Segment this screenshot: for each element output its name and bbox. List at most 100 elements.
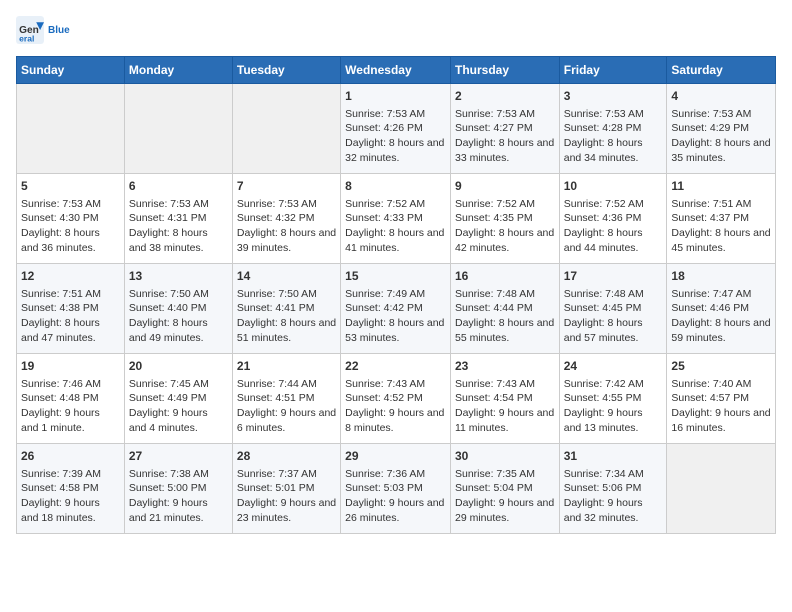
day-number: 1: [345, 88, 446, 105]
sunset-label: Sunset: 4:26 PM: [345, 122, 423, 134]
day-number: 8: [345, 178, 446, 195]
day-cell: 3Sunrise: 7:53 AMSunset: 4:28 PMDaylight…: [559, 84, 667, 174]
sunset-label: Sunset: 4:40 PM: [129, 302, 207, 314]
header-friday: Friday: [559, 57, 667, 84]
week-row-5: 26Sunrise: 7:39 AMSunset: 4:58 PMDayligh…: [17, 444, 776, 534]
day-cell: [124, 84, 232, 174]
day-cell: 17Sunrise: 7:48 AMSunset: 4:45 PMDayligh…: [559, 264, 667, 354]
daylight-label: Daylight: 8 hours and 59 minutes.: [671, 317, 770, 344]
sunrise-label: Sunrise: 7:36 AM: [345, 468, 425, 480]
day-cell: [667, 444, 776, 534]
day-number: 9: [455, 178, 555, 195]
sunset-label: Sunset: 4:57 PM: [671, 392, 749, 404]
day-number: 4: [671, 88, 771, 105]
sunset-label: Sunset: 4:42 PM: [345, 302, 423, 314]
sunset-label: Sunset: 4:30 PM: [21, 212, 99, 224]
day-cell: [232, 84, 340, 174]
week-row-1: 1 Sunrise: 7:53 AM Sunset: 4:26 PM Daylight…: [17, 84, 776, 174]
sunset-label: Sunset: 5:06 PM: [564, 482, 642, 494]
day-cell: 20 Sunrise: 7:45 AM Sunset: 4:49 PM Dayligh…: [124, 354, 232, 444]
day-number: 23: [455, 358, 555, 375]
sunrise-label: Sunrise: 7:48 AM: [455, 288, 535, 300]
day-cell: 28Sunrise: 7:37 AMSunset: 5:01 PMDayligh…: [232, 444, 340, 534]
sunrise-label: Sunrise: 7:46 AM: [21, 378, 101, 390]
day-cell: 23Sunrise: 7:43 AMSunset: 4:54 PMDayligh…: [450, 354, 559, 444]
page-header: Gen eral Blue: [16, 16, 776, 44]
daylight-label: Daylight: 9 hours and 23 minutes.: [237, 497, 336, 524]
sunset-label: Sunset: 5:03 PM: [345, 482, 423, 494]
daylight-label: Daylight: 9 hours and 32 minutes.: [564, 497, 643, 524]
daylight-label: Daylight: 8 hours and 45 minutes.: [671, 227, 770, 254]
day-number: 11: [671, 178, 771, 195]
sunrise-label: Sunrise: 7:53 AM: [671, 108, 751, 120]
sunset-label: Sunset: 4:32 PM: [237, 212, 315, 224]
day-number: 14: [237, 268, 336, 285]
sunset-label: Sunset: 4:35 PM: [455, 212, 533, 224]
sunset-label: Sunset: 4:41 PM: [237, 302, 315, 314]
sunrise-label: Sunrise: 7:49 AM: [345, 288, 425, 300]
daylight-label: Daylight: 8 hours and 36 minutes.: [21, 227, 100, 254]
sunset-label: Sunset: 4:37 PM: [671, 212, 749, 224]
day-cell: 6Sunrise: 7:53 AMSunset: 4:31 PMDaylight…: [124, 174, 232, 264]
daylight-label: Daylight: 8 hours and 47 minutes.: [21, 317, 100, 344]
daylight-label: Daylight: 8 hours and 33 minutes.: [455, 137, 554, 164]
sunset-label: Sunset: 4:51 PM: [237, 392, 315, 404]
day-cell: 27 Sunrise: 7:38 AM Sunset: 5:00 PM Dayligh…: [124, 444, 232, 534]
day-number: 13: [129, 268, 228, 285]
sunrise-label: Sunrise: 7:44 AM: [237, 378, 317, 390]
sunset-label: Sunset: 4:38 PM: [21, 302, 99, 314]
logo-tagline: Blue: [48, 25, 70, 36]
sunrise-label: Sunrise: 7:53 AM: [129, 198, 209, 210]
sunrise-label: Sunrise: 7:53 AM: [455, 108, 535, 120]
daylight-label: Daylight: 8 hours and 38 minutes.: [129, 227, 208, 254]
sunset-label: Sunset: 4:55 PM: [564, 392, 642, 404]
sunset-label: Sunset: 4:36 PM: [564, 212, 642, 224]
day-cell: 7Sunrise: 7:53 AMSunset: 4:32 PMDaylight…: [232, 174, 340, 264]
day-number: 27: [129, 448, 228, 465]
daylight-label: Daylight: 8 hours and 49 minutes.: [129, 317, 208, 344]
day-number: 18: [671, 268, 771, 285]
daylight-label: Daylight: 9 hours and 6 minutes.: [237, 407, 336, 434]
sunrise-label: Sunrise: 7:38 AM: [129, 468, 209, 480]
day-number: 2: [455, 88, 555, 105]
daylight-label: Daylight: 9 hours and 21 minutes.: [129, 497, 208, 524]
day-number: 15: [345, 268, 446, 285]
sunrise-label: Sunrise: 7:45 AM: [129, 378, 209, 390]
sunrise-label: Sunrise: 7:53 AM: [564, 108, 644, 120]
day-number: 12: [21, 268, 120, 285]
sunrise-label: Sunrise: 7:50 AM: [237, 288, 317, 300]
daylight-label: Daylight: 8 hours and 32 minutes.: [345, 137, 444, 164]
sunrise-label: Sunrise: 7:48 AM: [564, 288, 644, 300]
daylight-label: Daylight: 8 hours and 44 minutes.: [564, 227, 643, 254]
header-wednesday: Wednesday: [341, 57, 451, 84]
daylight-label: Daylight: 8 hours and 39 minutes.: [237, 227, 336, 254]
sunrise-label: Sunrise: 7:37 AM: [237, 468, 317, 480]
day-cell: 14Sunrise: 7:50 AMSunset: 4:41 PMDayligh…: [232, 264, 340, 354]
day-number: 30: [455, 448, 555, 465]
day-cell: 15Sunrise: 7:49 AMSunset: 4:42 PMDayligh…: [341, 264, 451, 354]
sunrise-label: Sunrise: 7:50 AM: [129, 288, 209, 300]
svg-text:eral: eral: [19, 34, 34, 44]
day-cell: 10Sunrise: 7:52 AMSunset: 4:36 PMDayligh…: [559, 174, 667, 264]
daylight-label: Daylight: 9 hours and 16 minutes.: [671, 407, 770, 434]
sunset-label: Sunset: 5:00 PM: [129, 482, 207, 494]
header-sunday: Sunday: [17, 57, 125, 84]
day-number: 7: [237, 178, 336, 195]
day-number: 24: [564, 358, 663, 375]
day-number: 20: [129, 358, 228, 375]
logo: Gen eral Blue: [16, 16, 70, 44]
day-number: 17: [564, 268, 663, 285]
sunrise-label: Sunrise: 7:52 AM: [345, 198, 425, 210]
daylight-label: Daylight: 9 hours and 4 minutes.: [129, 407, 208, 434]
day-cell: 22Sunrise: 7:43 AMSunset: 4:52 PMDayligh…: [341, 354, 451, 444]
sunset-label: Sunset: 4:31 PM: [129, 212, 207, 224]
sunrise-label: Sunrise: 7:43 AM: [345, 378, 425, 390]
sunset-label: Sunset: 4:49 PM: [129, 392, 207, 404]
sunset-label: Sunset: 5:01 PM: [237, 482, 315, 494]
day-number: 29: [345, 448, 446, 465]
day-number: 21: [237, 358, 336, 375]
day-number: 22: [345, 358, 446, 375]
day-cell: 9Sunrise: 7:52 AMSunset: 4:35 PMDaylight…: [450, 174, 559, 264]
sunset-label: Sunset: 4:46 PM: [671, 302, 749, 314]
daylight-label: Daylight: 8 hours and 41 minutes.: [345, 227, 444, 254]
